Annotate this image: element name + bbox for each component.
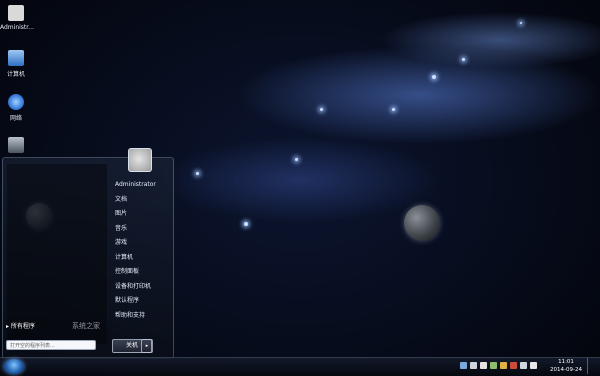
desktop-icon-administrator[interactable]: Administr...	[0, 5, 34, 31]
menu-item-control-panel[interactable]: 控制面板	[111, 265, 171, 280]
flag-icon[interactable]	[510, 362, 517, 369]
menu-item-help-support[interactable]: 帮助和支持	[111, 309, 171, 324]
user-name-link[interactable]: Administrator	[111, 178, 171, 193]
program-list	[7, 164, 107, 344]
planet	[404, 205, 440, 241]
security-icon[interactable]	[470, 362, 477, 369]
notify-icon[interactable]	[460, 362, 467, 369]
speaker-icon[interactable]	[490, 362, 497, 369]
network-globe-icon	[8, 94, 24, 110]
star	[392, 108, 395, 111]
desktop-icon-recycle-bin[interactable]	[0, 137, 32, 153]
chevron-right-icon: ▸	[145, 343, 149, 349]
menu-item-computer[interactable]: 计算机	[111, 251, 171, 266]
menu-item-default-programs[interactable]: 默认程序	[111, 294, 171, 309]
clock-time: 11:01	[558, 359, 574, 365]
shutdown-options-button[interactable]: ▸	[141, 339, 153, 353]
watermark-text: 系统之家	[72, 322, 100, 330]
menu-item-devices-printers[interactable]: 设备和打印机	[111, 280, 171, 295]
input-icon[interactable]	[530, 362, 537, 369]
user-avatar[interactable]	[128, 148, 152, 172]
start-orb-windows-icon[interactable]	[4, 359, 24, 374]
star	[320, 108, 323, 111]
show-desktop-button[interactable]	[587, 358, 598, 374]
clock-date: 2014-09-24	[550, 367, 582, 373]
network-tray-icon[interactable]	[480, 362, 487, 369]
shutdown-label: 关机	[125, 342, 138, 349]
menu-item-games[interactable]: 游戏	[111, 236, 171, 251]
star	[196, 172, 199, 175]
all-programs-label: 所有程序	[10, 323, 35, 330]
start-menu-right-pane: Administrator 文档 图片 音乐 游戏 计算机 控制面板 设备和打印…	[111, 178, 171, 323]
menu-item-music[interactable]: 音乐	[111, 222, 171, 237]
desktop-icon-label: Administr...	[0, 24, 34, 31]
computer-icon	[8, 50, 24, 66]
user-folder-icon	[8, 5, 24, 21]
start-search-input[interactable]: 打开空的程序列表...	[6, 340, 96, 350]
taskbar-clock[interactable]: 11:01 2014-09-24	[550, 358, 582, 374]
star	[244, 222, 248, 226]
desktop-icon-label: 网络	[9, 115, 22, 122]
desktop-icon-computer[interactable]: 计算机	[0, 50, 32, 78]
star	[520, 22, 522, 24]
desktop-icon-label: 计算机	[6, 71, 25, 78]
battery-icon[interactable]	[500, 362, 507, 369]
star	[432, 75, 436, 79]
star	[462, 58, 465, 61]
chat-icon[interactable]	[520, 362, 527, 369]
menu-item-pictures[interactable]: 图片	[111, 207, 171, 222]
all-programs-button[interactable]: ▸ 所有程序	[6, 321, 35, 330]
star	[295, 158, 298, 161]
menu-item-documents[interactable]: 文档	[111, 193, 171, 208]
recycle-bin-icon	[8, 137, 24, 153]
desktop-icon-network[interactable]: 网络	[0, 94, 32, 122]
